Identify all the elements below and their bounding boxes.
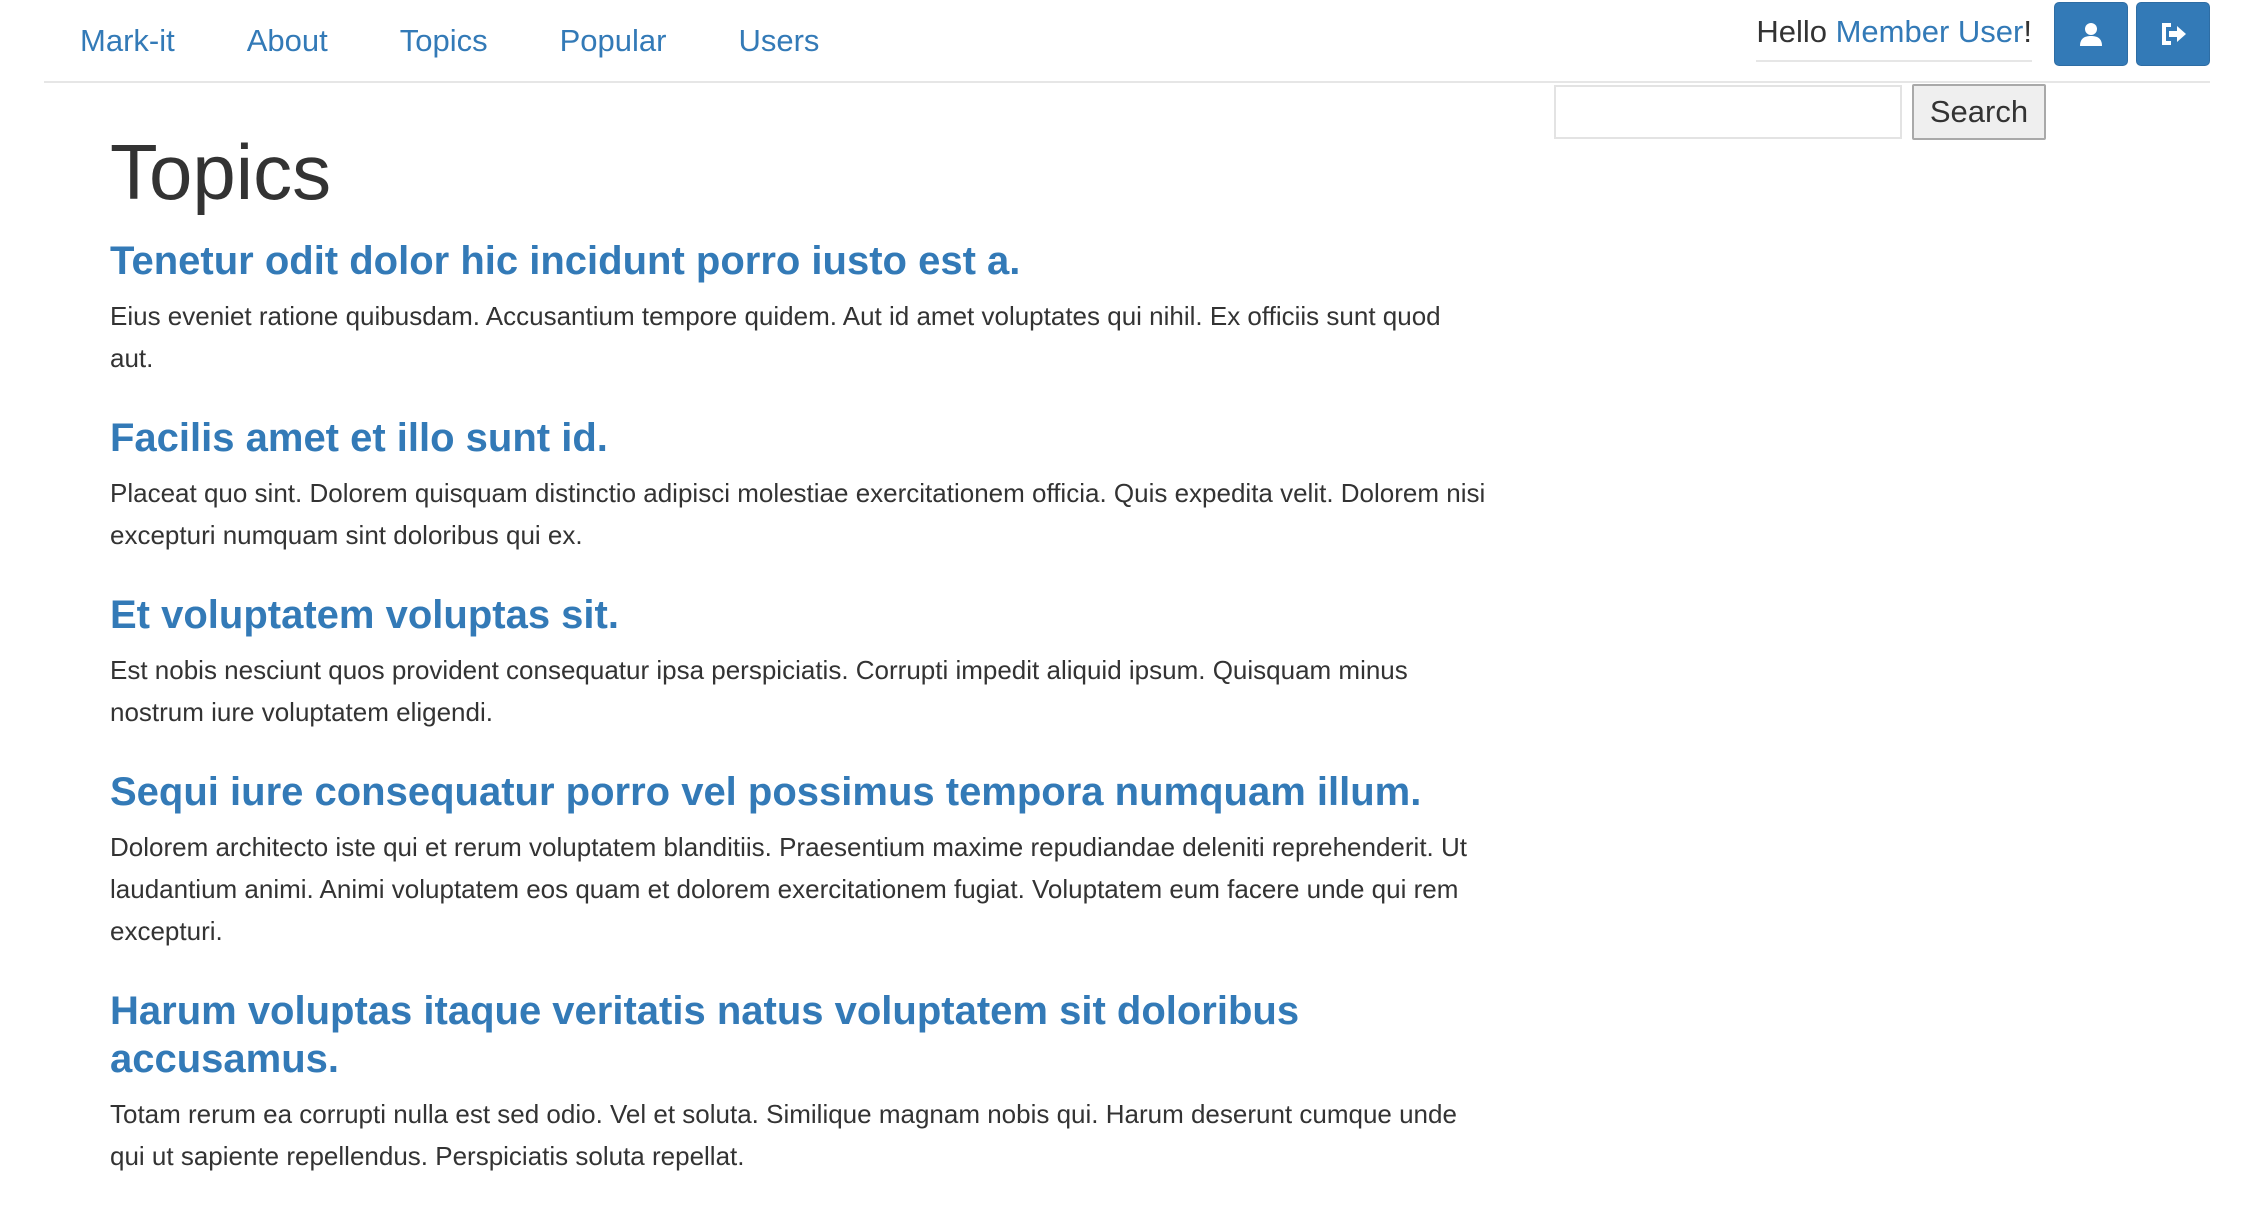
- profile-button[interactable]: [2054, 2, 2128, 66]
- topic-description: Dolorem architecto iste qui et rerum vol…: [110, 832, 1468, 947]
- search-input[interactable]: [1554, 85, 1902, 139]
- user-name-link[interactable]: Member User: [1836, 14, 2024, 49]
- nav-link-about[interactable]: About: [211, 25, 364, 56]
- sign-out-icon: [2162, 23, 2186, 45]
- topic-item: Harum voluptas itaque veritatis natus vo…: [110, 988, 1490, 1176]
- topic-title-link[interactable]: Sequi iure consequatur porro vel possimu…: [110, 769, 1490, 816]
- topic-item: Tenetur odit dolor hic incidunt porro iu…: [110, 238, 1490, 379]
- greeting-suffix: !: [2023, 14, 2032, 49]
- nav-link-popular[interactable]: Popular: [524, 25, 703, 56]
- greeting-prefix: Hello: [1756, 14, 1836, 49]
- topic-title-link[interactable]: Tenetur odit dolor hic incidunt porro iu…: [110, 238, 1490, 285]
- main-content: Topics Tenetur odit dolor hic incidunt p…: [110, 128, 1490, 1213]
- user-greeting: Hello Member User!: [1756, 6, 2032, 62]
- topic-title-link[interactable]: Facilis amet et illo sunt id.: [110, 415, 1490, 462]
- topic-item: Et voluptatem voluptas sit. Est nobis ne…: [110, 592, 1490, 733]
- topic-item: Facilis amet et illo sunt id. Placeat qu…: [110, 415, 1490, 556]
- logout-button[interactable]: [2136, 2, 2210, 66]
- user-area: Hello Member User!: [1756, 2, 2210, 66]
- user-icon: [2080, 23, 2102, 46]
- page-title: Topics: [110, 128, 332, 216]
- topic-description: Eius eveniet ratione quibusdam. Accusant…: [110, 300, 1441, 373]
- topic-title-link[interactable]: Et voluptatem voluptas sit.: [110, 592, 1490, 639]
- top-navbar: Mark-it About Topics Popular Users Hello…: [44, 0, 2210, 83]
- topic-title-link[interactable]: Harum voluptas itaque veritatis natus vo…: [110, 988, 1490, 1082]
- nav-link-users[interactable]: Users: [702, 25, 855, 56]
- nav-link-topics[interactable]: Topics: [364, 25, 524, 56]
- nav-links: Mark-it About Topics Popular Users: [44, 0, 855, 81]
- topic-description: Totam rerum ea corrupti nulla est sed od…: [110, 1098, 1457, 1171]
- search-form: Search: [1554, 84, 2046, 140]
- topic-item: Sequi iure consequatur porro vel possimu…: [110, 769, 1490, 952]
- search-button[interactable]: Search: [1912, 84, 2046, 140]
- nav-brand-link[interactable]: Mark-it: [44, 25, 211, 56]
- topic-description: Placeat quo sint. Dolorem quisquam disti…: [110, 478, 1486, 551]
- topic-description: Est nobis nesciunt quos provident conseq…: [110, 655, 1408, 728]
